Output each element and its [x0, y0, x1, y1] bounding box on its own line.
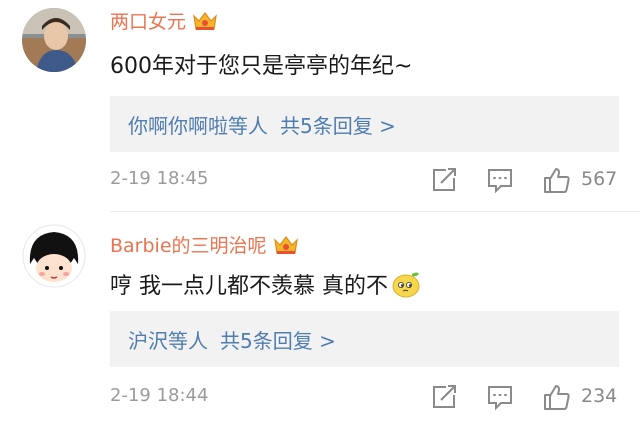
crown-icon [192, 10, 218, 32]
reply-users[interactable]: 你啊你啊啦等人 [128, 110, 268, 139]
share-icon[interactable] [430, 383, 458, 411]
reply-summary[interactable]: 你啊你啊啦等人 共5条回复 > [110, 96, 619, 152]
comment-item: Barbie的三明治呢 哼 我一点儿都不羡慕 真的不 沪沢等人 共5条回复 > … [0, 213, 640, 428]
username[interactable]: Barbie的三明治呢 [110, 231, 299, 258]
lemon-emoji-icon [390, 268, 422, 300]
reply-summary[interactable]: 沪沢等人 共5条回复 > [110, 311, 619, 367]
divider [110, 211, 640, 212]
reply-count-link[interactable]: 共5条回复 > [280, 110, 396, 139]
username[interactable]: 两口女元 [110, 7, 218, 34]
share-icon[interactable] [430, 166, 458, 194]
comment-icon[interactable] [486, 383, 514, 411]
comment-icon[interactable] [486, 166, 514, 194]
comment-meta: 2-19 18:45 567 [110, 166, 640, 196]
reply-users[interactable]: 沪沢等人 [128, 325, 208, 354]
reply-count-link[interactable]: 共5条回复 > [220, 325, 336, 354]
thumbs-up-icon[interactable] [543, 383, 571, 411]
timestamp: 2-19 18:44 [110, 385, 209, 406]
comment-meta: 2-19 18:44 234 [110, 383, 640, 413]
like-count: 567 [581, 168, 618, 190]
crown-icon [273, 234, 299, 256]
avatar[interactable] [22, 8, 86, 72]
comment-item: 两口女元 600年对于您只是亭亭的年纪~ 你啊你啊啦等人 共5条回复 > 2-1… [0, 0, 640, 212]
comment-text: 600年对于您只是亭亭的年纪~ [110, 54, 413, 79]
comment-text: 哼 我一点儿都不羡慕 真的不 [110, 268, 422, 300]
timestamp: 2-19 18:45 [110, 168, 209, 189]
like-count: 234 [581, 385, 618, 407]
username-text[interactable]: 两口女元 [110, 7, 186, 34]
avatar[interactable] [22, 224, 86, 288]
username-text[interactable]: Barbie的三明治呢 [110, 231, 267, 258]
thumbs-up-icon[interactable] [543, 166, 571, 194]
